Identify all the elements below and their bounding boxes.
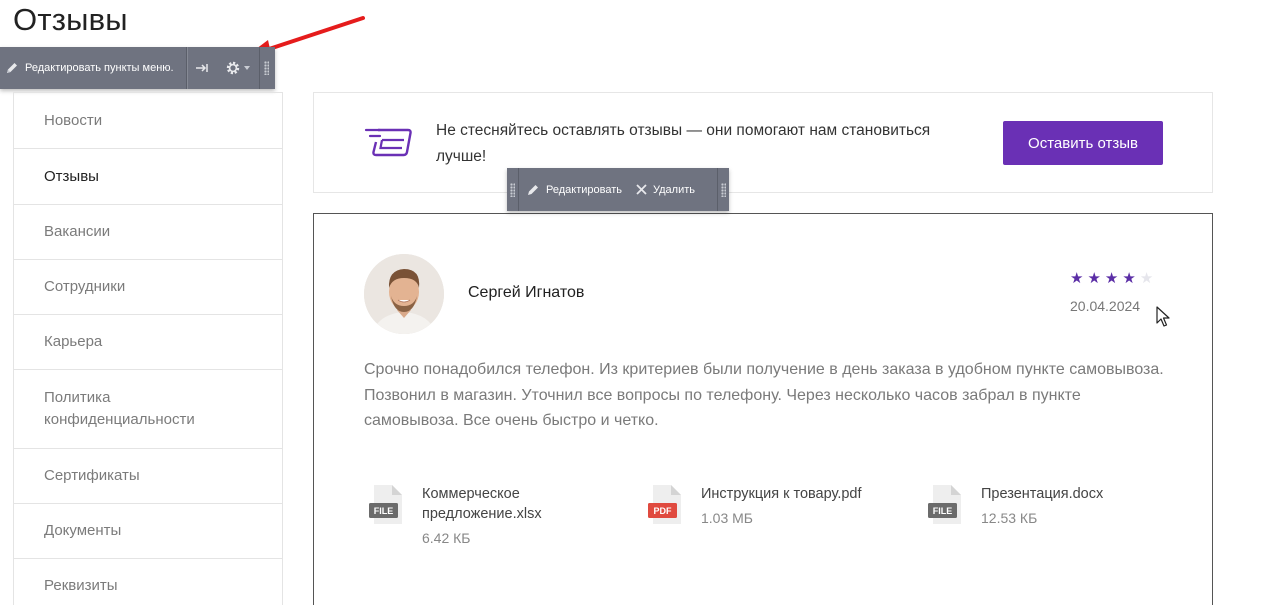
- pin-button[interactable]: [186, 47, 217, 89]
- close-icon: [636, 184, 647, 195]
- svg-text:FILE: FILE: [933, 506, 953, 516]
- file-size: 12.53 КБ: [981, 510, 1038, 526]
- file-name: Коммерческое предложение.xlsx: [422, 486, 542, 522]
- sidebar-menu: Новости Отзывы Вакансии Сотрудники Карье…: [13, 92, 283, 605]
- sidebar-item-news[interactable]: Новости: [14, 93, 282, 149]
- sidebar-item-label: Карьера: [44, 333, 103, 350]
- sidebar-item-reviews[interactable]: Отзывы: [14, 149, 282, 205]
- gear-icon: [226, 61, 240, 75]
- sidebar-item-staff[interactable]: Сотрудники: [14, 260, 282, 315]
- sidebar-item-career[interactable]: Карьера: [14, 315, 282, 370]
- attachment-file-pdf[interactable]: PDF Инструкция к товару.pdf 1.03 МБ: [645, 484, 862, 528]
- sidebar-item-label: Отзывы: [44, 167, 99, 185]
- svg-text:FILE: FILE: [374, 506, 394, 516]
- sidebar-item-documents[interactable]: Документы: [14, 504, 282, 559]
- star-filled-icon: ★: [1122, 270, 1136, 287]
- edit-menu-items-button[interactable]: Редактировать пункты меню.: [0, 47, 187, 89]
- drag-handle[interactable]: [258, 47, 273, 89]
- avatar-portrait-image: [364, 254, 444, 334]
- attachment-file-docx[interactable]: FILE Презентация.docx 12.53 КБ: [925, 484, 1103, 528]
- sidebar-item-label: Сертификаты: [44, 467, 140, 484]
- avatar: [364, 254, 444, 334]
- settings-button[interactable]: [217, 47, 259, 89]
- leave-review-banner: Не стесняйтесь оставлять отзывы — они по…: [313, 92, 1213, 193]
- edit-review-button[interactable]: Редактировать: [519, 168, 629, 211]
- sidebar-item-label: Политика конфиденциальности: [44, 389, 195, 428]
- sidebar-item-vacancies[interactable]: Вакансии: [14, 205, 282, 260]
- delete-review-button[interactable]: Удалить: [629, 168, 702, 211]
- review-admin-toolbar: Редактировать Удалить: [507, 168, 729, 211]
- leave-review-button[interactable]: Оставить отзыв: [1003, 121, 1163, 165]
- sidebar-item-certificates[interactable]: Сертификаты: [14, 449, 282, 504]
- sidebar-item-requisites[interactable]: Реквизиты: [14, 559, 282, 605]
- star-empty-icon: ★: [1139, 270, 1154, 287]
- rating-stars: ★ ★ ★ ★ ★: [1070, 271, 1153, 286]
- file-name: Презентация.docx: [981, 486, 1104, 502]
- file-name: Инструкция к товару.pdf: [701, 486, 862, 502]
- edit-menu-items-label: Редактировать пункты меню.: [25, 62, 174, 74]
- file-icon: FILE: [366, 484, 406, 528]
- grip-icon: [510, 182, 515, 197]
- mouse-cursor-icon: [1156, 306, 1170, 327]
- review-author: Сергей Игнатов: [468, 284, 585, 301]
- review-date: 20.04.2024: [1070, 298, 1141, 314]
- pin-icon: [196, 64, 208, 72]
- pdf-icon: PDF: [645, 484, 685, 528]
- pencil-icon: [7, 63, 17, 73]
- page-title: Отзывы: [13, 2, 128, 37]
- attachment-file-xlsx[interactable]: FILE Коммерческое предложение.xlsx 6.42 …: [366, 484, 572, 546]
- leave-review-text: Не стесняйтесь оставлять отзывы — они по…: [436, 122, 931, 165]
- menu-admin-toolbar: Редактировать пункты меню.: [0, 47, 275, 89]
- fast-delivery-box-icon: [364, 128, 412, 157]
- sidebar-item-label: Сотрудники: [44, 278, 126, 295]
- sidebar-item-label: Документы: [44, 522, 122, 539]
- star-filled-icon: ★: [1087, 270, 1101, 287]
- review-text: Срочно понадобился телефон. Из критериев…: [364, 361, 1164, 429]
- grip-icon: [263, 61, 269, 75]
- file-size: 1.03 МБ: [701, 510, 753, 526]
- file-icon: FILE: [925, 484, 965, 528]
- star-filled-icon: ★: [1104, 270, 1119, 287]
- drag-handle[interactable]: [507, 168, 519, 211]
- sidebar-item-label: Реквизиты: [44, 577, 118, 594]
- edit-review-label: Редактировать: [546, 183, 622, 196]
- drag-handle[interactable]: [717, 168, 729, 211]
- sidebar-item-label: Новости: [44, 111, 103, 129]
- pencil-icon: [528, 184, 538, 195]
- chevron-down-icon: [244, 66, 251, 70]
- file-size: 6.42 КБ: [422, 530, 471, 546]
- review-card: Сергей Игнатов ★ ★ ★ ★ ★ 20.04.2024 Срочно п…: [313, 213, 1213, 605]
- sidebar-item-label: Вакансии: [44, 223, 111, 240]
- sidebar-item-privacy-policy[interactable]: Политика конфиденциальности: [14, 370, 282, 449]
- svg-text:PDF: PDF: [654, 506, 673, 516]
- delete-review-label: Удалить: [653, 183, 695, 196]
- grip-icon: [721, 182, 726, 197]
- star-filled-icon: ★: [1070, 270, 1084, 287]
